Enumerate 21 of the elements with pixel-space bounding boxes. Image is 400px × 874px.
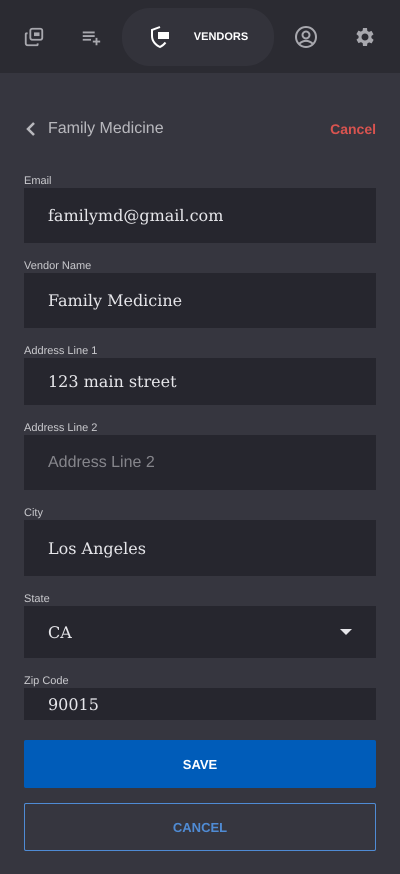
vendors-tab[interactable]: VENDORS bbox=[122, 8, 274, 66]
save-button[interactable]: SAVE bbox=[24, 740, 376, 788]
account-icon bbox=[294, 24, 318, 48]
field-label: State bbox=[24, 593, 51, 606]
input-field[interactable]: familymd@gmail.com bbox=[24, 188, 376, 243]
input-field[interactable]: 123 main street bbox=[24, 358, 376, 405]
field-label: City bbox=[24, 507, 44, 520]
field-label: Zip Code bbox=[24, 675, 70, 688]
input-field[interactable]: Address Line 2 bbox=[24, 435, 376, 490]
chevron-left-icon bbox=[24, 121, 38, 137]
field-label: Address Line 2 bbox=[24, 422, 98, 435]
field-label: Address Line 1 bbox=[24, 345, 98, 358]
field-label: Vendor Name bbox=[24, 260, 92, 273]
input-field[interactable]: Los Angeles bbox=[24, 520, 376, 576]
input-field[interactable]: Family Medicine bbox=[24, 273, 376, 328]
state-dropdown[interactable]: CA bbox=[24, 606, 376, 658]
back-button[interactable]: Family Medicine bbox=[24, 120, 164, 138]
dropdown-caret-icon bbox=[340, 629, 352, 635]
field-label: Email bbox=[24, 175, 53, 188]
input-field[interactable]: 90015 bbox=[24, 688, 376, 720]
cards-icon bbox=[23, 26, 45, 48]
